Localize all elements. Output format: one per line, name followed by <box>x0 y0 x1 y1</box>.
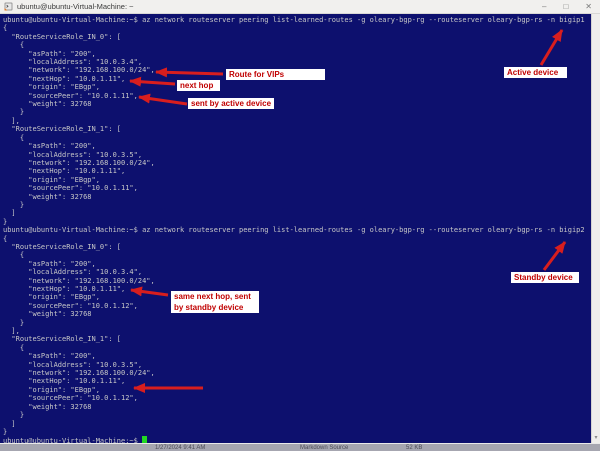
window-titlebar: ubuntu@ubuntu-Virtual-Machine: ~ – □ ✕ <box>0 0 600 14</box>
maximize-button[interactable]: □ <box>563 0 568 14</box>
callout-sent-by-active-device: sent by active device <box>188 98 275 109</box>
terminal-cursor <box>142 436 147 443</box>
minimize-button[interactable]: – <box>542 0 546 14</box>
callout-same-next-hop: same next hop, sent by standby device <box>171 291 259 313</box>
window-controls: – □ ✕ <box>542 0 592 14</box>
scroll-down-icon[interactable]: ▾ <box>592 433 600 443</box>
terminal-app-icon <box>4 2 13 11</box>
file-size: 52 KB <box>406 445 423 451</box>
terminal-scrollbar[interactable]: ▾ <box>591 14 600 443</box>
screen: ubuntu@ubuntu-Virtual-Machine: ~ – □ ✕ u… <box>0 0 600 451</box>
file-type: Markdown Source <box>300 445 349 451</box>
callout-standby-device: Standby device <box>511 272 579 283</box>
callout-next-hop: next hop <box>177 80 220 91</box>
close-button[interactable]: ✕ <box>585 0 592 14</box>
callout-route-for-vips: Route for VIPs <box>226 69 325 80</box>
terminal-text: ubuntu@ubuntu-Virtual-Machine:~$ az netw… <box>3 16 585 443</box>
window-title: ubuntu@ubuntu-Virtual-Machine: ~ <box>17 2 134 11</box>
callout-active-device: Active device <box>504 67 567 78</box>
background-window-strip[interactable]: 1/27/2024 9:41 AM Markdown Source 52 KB <box>0 443 600 451</box>
file-date: 1/27/2024 9:41 AM <box>155 445 206 451</box>
